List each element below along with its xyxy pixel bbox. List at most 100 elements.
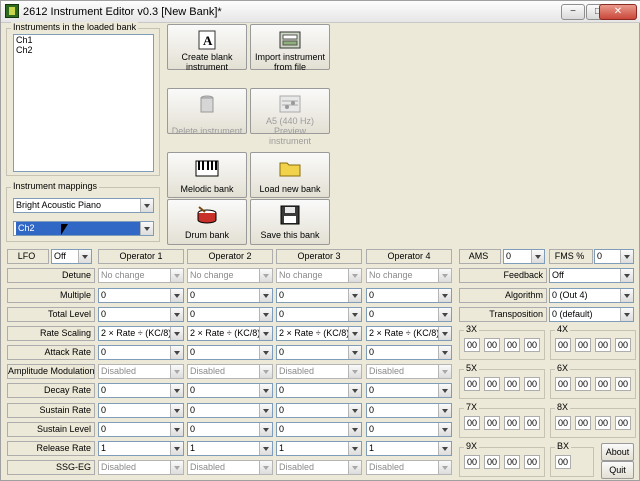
param-select[interactable]: 0 xyxy=(187,403,273,418)
param-select[interactable]: 1 xyxy=(187,441,273,456)
quit-button[interactable]: Quit xyxy=(601,461,634,479)
register-value[interactable]: 00 xyxy=(484,338,500,352)
chevron-down-icon[interactable] xyxy=(259,461,272,474)
param-select[interactable]: Disabled xyxy=(187,364,273,379)
chevron-down-icon[interactable] xyxy=(170,384,183,397)
chevron-down-icon[interactable] xyxy=(348,404,361,417)
register-value[interactable]: 00 xyxy=(484,377,500,391)
close-button[interactable]: ✕ xyxy=(599,4,637,20)
register-value[interactable]: 00 xyxy=(575,416,591,430)
param-select[interactable]: 2 × Rate ÷ (KC/8) xyxy=(366,326,452,341)
chevron-down-icon[interactable] xyxy=(348,442,361,455)
param-select[interactable]: 0 xyxy=(366,345,452,360)
load-new-bank-button[interactable]: Load new bank xyxy=(250,152,330,198)
chevron-down-icon[interactable] xyxy=(259,327,272,340)
chevron-down-icon[interactable] xyxy=(348,384,361,397)
chevron-down-icon[interactable] xyxy=(348,365,361,378)
feedback-select[interactable]: Off xyxy=(549,268,634,283)
param-select[interactable]: 0 xyxy=(276,288,362,303)
param-select[interactable]: 0 xyxy=(276,422,362,437)
register-value[interactable]: 00 xyxy=(615,377,631,391)
param-select[interactable]: 0 xyxy=(98,307,184,322)
chevron-down-icon[interactable] xyxy=(259,404,272,417)
param-select[interactable]: 1 xyxy=(98,441,184,456)
chevron-down-icon[interactable] xyxy=(438,442,451,455)
chevron-down-icon[interactable] xyxy=(438,423,451,436)
param-select[interactable]: 0 xyxy=(187,422,273,437)
chevron-down-icon[interactable] xyxy=(438,308,451,321)
chevron-down-icon[interactable] xyxy=(348,308,361,321)
chevron-down-icon[interactable] xyxy=(170,308,183,321)
register-value[interactable]: 00 xyxy=(615,416,631,430)
param-select[interactable]: 0 xyxy=(187,307,273,322)
register-value[interactable]: 00 xyxy=(464,377,480,391)
chevron-down-icon[interactable] xyxy=(140,199,153,212)
param-select[interactable]: 0 xyxy=(366,422,452,437)
register-value[interactable]: 00 xyxy=(524,338,540,352)
list-item[interactable]: Ch2 xyxy=(14,45,153,55)
chevron-down-icon[interactable] xyxy=(348,327,361,340)
register-value[interactable]: 00 xyxy=(464,416,480,430)
param-select[interactable]: 0 xyxy=(366,307,452,322)
chevron-down-icon[interactable] xyxy=(438,384,451,397)
param-select[interactable]: No change xyxy=(98,268,184,283)
register-value[interactable]: 00 xyxy=(555,416,571,430)
chevron-down-icon[interactable] xyxy=(170,346,183,359)
chevron-down-icon[interactable] xyxy=(170,423,183,436)
preview-button[interactable]: A5 (440 Hz) Preview instrument xyxy=(250,88,330,146)
transposition-select[interactable]: 0 (default) xyxy=(549,307,634,322)
register-value[interactable]: 00 xyxy=(504,377,520,391)
program-select[interactable]: Bright Acoustic Piano xyxy=(13,198,154,213)
minimize-button[interactable]: − xyxy=(561,4,585,20)
param-select[interactable]: 0 xyxy=(366,403,452,418)
chevron-down-icon[interactable] xyxy=(259,346,272,359)
chevron-down-icon[interactable] xyxy=(348,269,361,282)
param-select[interactable]: 0 xyxy=(187,288,273,303)
param-select[interactable]: 0 xyxy=(366,288,452,303)
chevron-down-icon[interactable] xyxy=(620,250,633,263)
register-value[interactable]: 00 xyxy=(555,377,571,391)
chevron-down-icon[interactable] xyxy=(348,461,361,474)
param-select[interactable]: Disabled xyxy=(366,460,452,475)
ams-select[interactable]: 0 xyxy=(503,249,545,264)
chevron-down-icon[interactable] xyxy=(259,365,272,378)
chevron-down-icon[interactable] xyxy=(259,442,272,455)
register-value[interactable]: 00 xyxy=(484,416,500,430)
register-value[interactable]: 00 xyxy=(504,338,520,352)
chevron-down-icon[interactable] xyxy=(170,269,183,282)
register-value[interactable]: 00 xyxy=(595,377,611,391)
param-select[interactable]: Disabled xyxy=(366,364,452,379)
melodic-bank-button[interactable]: Melodic bank xyxy=(167,152,247,198)
chevron-down-icon[interactable] xyxy=(170,289,183,302)
chevron-down-icon[interactable] xyxy=(620,308,633,321)
register-value[interactable]: 00 xyxy=(524,416,540,430)
param-select[interactable]: 0 xyxy=(98,288,184,303)
param-select[interactable]: Disabled xyxy=(98,364,184,379)
param-select[interactable]: 0 xyxy=(98,383,184,398)
param-select[interactable]: 0 xyxy=(98,403,184,418)
param-select[interactable]: Disabled xyxy=(187,460,273,475)
chevron-down-icon[interactable] xyxy=(438,327,451,340)
param-select[interactable]: 2 × Rate ÷ (KC/8) xyxy=(276,326,362,341)
chevron-down-icon[interactable] xyxy=(170,461,183,474)
param-select[interactable]: 0 xyxy=(276,383,362,398)
register-value[interactable]: 00 xyxy=(504,455,520,469)
chevron-down-icon[interactable] xyxy=(170,404,183,417)
register-value[interactable]: 00 xyxy=(464,455,480,469)
param-select[interactable]: 1 xyxy=(366,441,452,456)
save-bank-button[interactable]: Save this bank xyxy=(250,199,330,245)
param-select[interactable]: No change xyxy=(187,268,273,283)
param-select[interactable]: 0 xyxy=(276,345,362,360)
chevron-down-icon[interactable] xyxy=(620,269,633,282)
register-value[interactable]: 00 xyxy=(555,455,571,469)
chevron-down-icon[interactable] xyxy=(348,423,361,436)
param-select[interactable]: No change xyxy=(276,268,362,283)
chevron-down-icon[interactable] xyxy=(78,250,91,263)
import-file-button[interactable]: Import instrument from file xyxy=(250,24,330,72)
register-value[interactable]: 00 xyxy=(524,377,540,391)
register-value[interactable]: 00 xyxy=(555,338,571,352)
register-value[interactable]: 00 xyxy=(524,455,540,469)
param-select[interactable]: Disabled xyxy=(98,460,184,475)
instrument-list[interactable]: Ch1 Ch2 xyxy=(13,34,154,172)
param-select[interactable]: 0 xyxy=(276,403,362,418)
